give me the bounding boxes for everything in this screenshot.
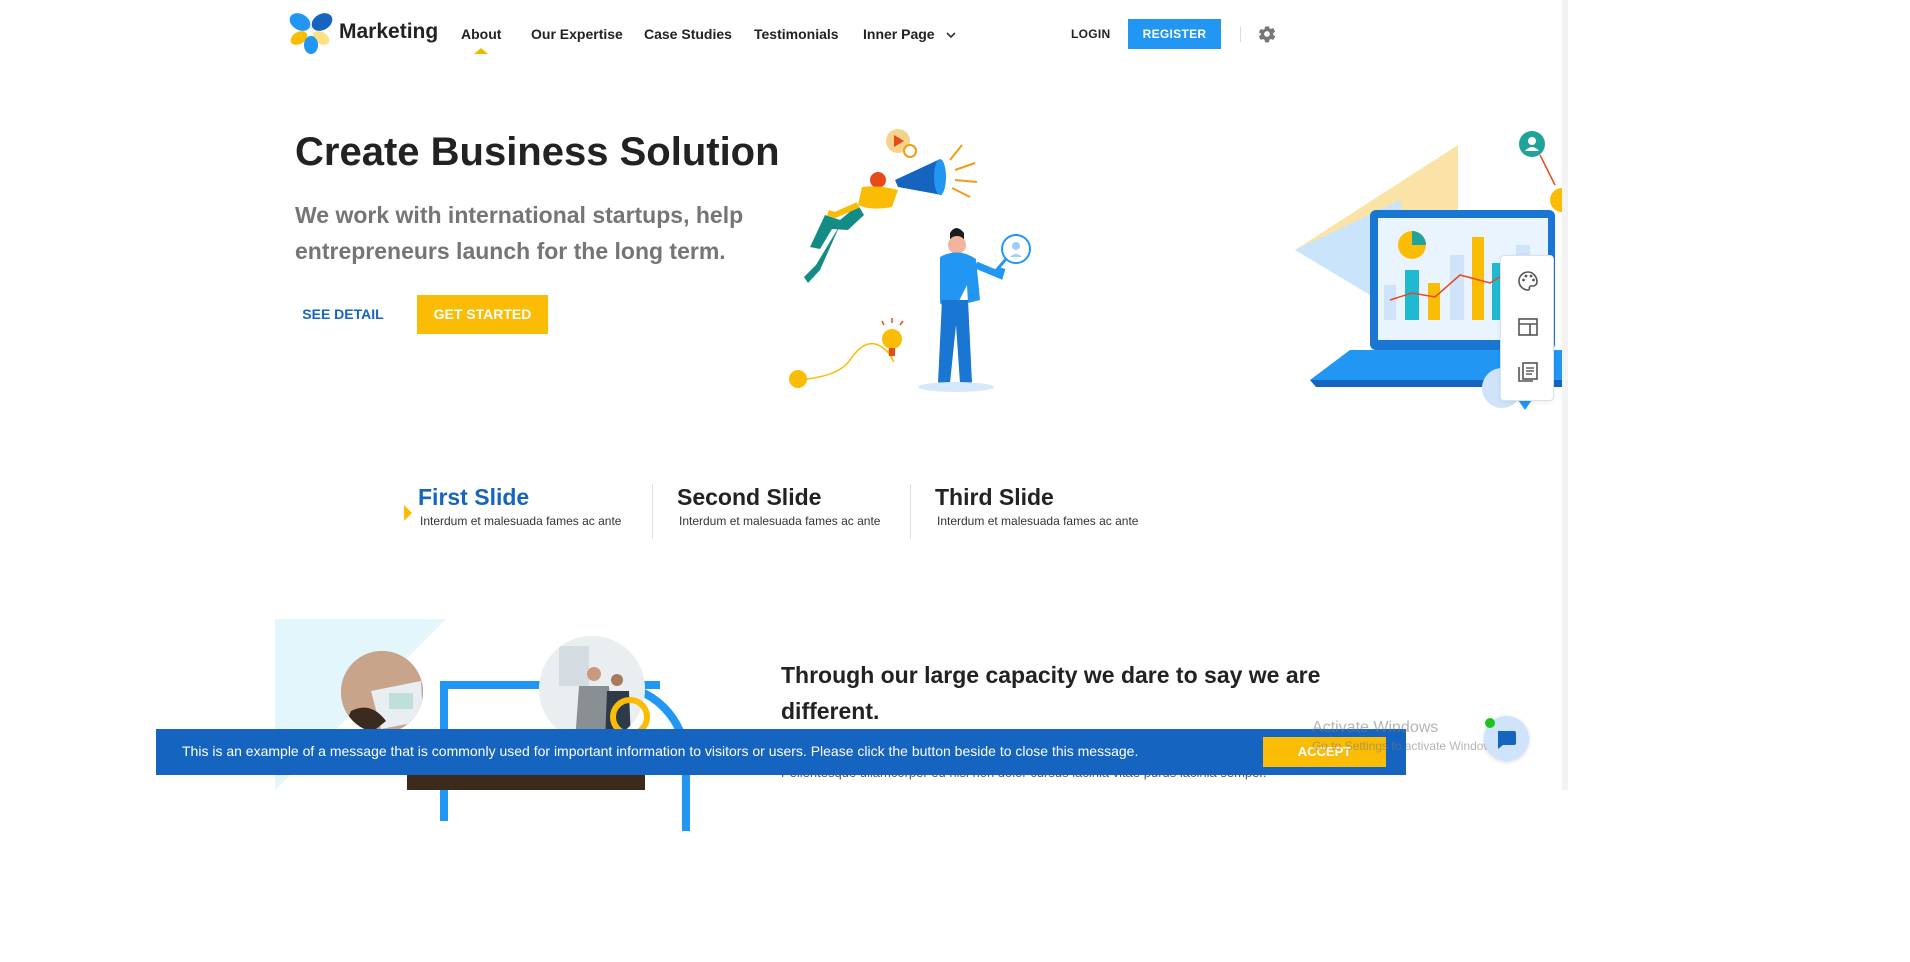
nav-item-case-studies[interactable]: Case Studies	[644, 26, 732, 42]
slide-title: Third Slide	[935, 484, 1054, 510]
cookie-banner: This is an example of a message that is …	[156, 729, 1406, 775]
nav-item-inner-page[interactable]: Inner Page	[863, 26, 957, 42]
get-started-button[interactable]: GET STARTED	[417, 295, 548, 334]
watermark-title: Activate Windows	[1312, 719, 1439, 736]
laptop-photo	[341, 651, 423, 733]
slide-tab-first[interactable]: First Slide Interdum et malesuada fames …	[418, 484, 621, 539]
slide-tab-third[interactable]: Third Slide Interdum et malesuada fames …	[935, 484, 1138, 539]
slide-title: Second Slide	[677, 484, 822, 510]
gear-icon[interactable]	[1257, 24, 1277, 44]
hero-title: Create Business Solution	[295, 130, 780, 174]
nav-item-testimonials[interactable]: Testimonials	[754, 26, 839, 42]
document-icon[interactable]	[1516, 360, 1540, 384]
section-title: Through our large capacity we dare to sa…	[781, 662, 1321, 724]
brand-name[interactable]: Marketing	[339, 20, 438, 44]
logo-icon[interactable]	[288, 12, 334, 54]
cookie-message: This is an example of a message that is …	[182, 743, 1139, 759]
slide-divider	[910, 484, 911, 539]
hero-subtitle: We work with international startups, hel…	[295, 202, 744, 264]
nav-item-inner-page-label: Inner Page	[863, 26, 935, 42]
slide-divider	[652, 484, 653, 539]
slide-tab-second[interactable]: Second Slide Interdum et malesuada fames…	[677, 484, 880, 539]
header-divider	[1240, 26, 1241, 42]
nav-item-our-expertise[interactable]: Our Expertise	[531, 26, 623, 42]
active-slide-marker	[404, 505, 412, 521]
layout-icon[interactable]	[1516, 315, 1540, 339]
header: Marketing About Our Expertise Case Studi…	[0, 0, 1568, 68]
chat-icon	[1498, 731, 1516, 749]
palette-icon[interactable]	[1516, 269, 1540, 293]
page-scrollbar[interactable]	[1562, 0, 1568, 790]
watermark-subtitle: Go to Settings to activate Windows.	[1312, 739, 1502, 753]
register-button[interactable]: REGISTER	[1128, 19, 1221, 49]
login-link[interactable]: LOGIN	[1071, 27, 1111, 41]
nav-item-about[interactable]: About	[461, 26, 501, 42]
activate-windows-watermark: Activate Windows Go to Settings to activ…	[1312, 719, 1501, 753]
online-status-dot	[1485, 718, 1495, 728]
team-photo	[407, 773, 645, 790]
floating-tools-panel	[1500, 255, 1554, 401]
slide-description: Interdum et malesuada fames ac ante	[420, 514, 622, 528]
slide-description: Interdum et malesuada fames ac ante	[937, 514, 1139, 528]
slide-description: Interdum et malesuada fames ac ante	[679, 514, 881, 528]
see-detail-button[interactable]: SEE DETAIL	[295, 295, 391, 333]
hero-illustration	[789, 129, 1031, 392]
slide-title: First Slide	[418, 484, 530, 510]
chevron-down-icon	[946, 32, 957, 38]
